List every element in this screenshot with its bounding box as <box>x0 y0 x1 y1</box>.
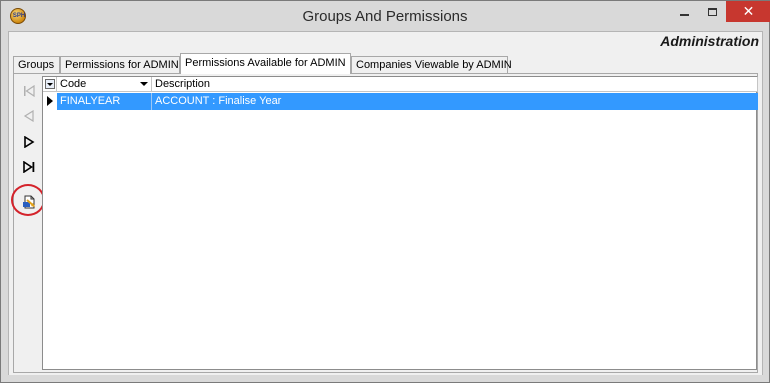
page-heading: Administration <box>660 33 759 49</box>
last-record-button[interactable] <box>19 157 39 177</box>
first-record-icon <box>24 85 35 97</box>
column-header-description-label: Description <box>155 78 211 90</box>
close-icon: ✕ <box>742 3 755 19</box>
tab-companies-viewable-by-admin[interactable]: Companies Viewable by ADMIN <box>351 56 512 74</box>
last-record-icon <box>23 161 35 173</box>
row-pointer-icon <box>47 96 53 106</box>
close-button[interactable]: ✕ <box>726 1 770 22</box>
column-chooser-button[interactable] <box>43 77 57 92</box>
cell-code[interactable]: FINALYEAR <box>57 93 152 110</box>
column-chooser-icon <box>45 79 55 89</box>
previous-record-icon <box>23 110 34 122</box>
cell-description[interactable]: ACCOUNT : Finalise Year <box>152 93 758 110</box>
sort-arrow-icon[interactable] <box>140 82 148 86</box>
column-header-code[interactable]: Code <box>57 77 152 92</box>
record-navigator <box>11 76 45 370</box>
column-header-code-label: Code <box>60 78 87 90</box>
tab-permissions-for-admin[interactable]: Permissions for ADMIN <box>60 56 180 74</box>
window-title: Groups And Permissions <box>302 8 468 25</box>
tab-strip: Groups Permissions for ADMIN Permissions… <box>13 53 758 74</box>
bottom-border <box>1 375 769 382</box>
row-indicator <box>43 93 57 110</box>
maximize-button[interactable] <box>699 1 726 22</box>
next-record-button[interactable] <box>19 132 39 152</box>
minimize-button[interactable] <box>670 1 699 22</box>
column-header-description[interactable]: Description <box>152 77 758 92</box>
minimize-icon <box>680 13 689 16</box>
table-row[interactable]: FINALYEAR ACCOUNT : Finalise Year <box>43 93 759 110</box>
tab-panel: Code Description FINALYEAR ACCOUNT : Fin… <box>11 73 759 373</box>
client-area: Administration Groups Permissions for AD… <box>8 31 763 376</box>
groups-and-permissions-window: SPH Groups And Permissions ✕ Administrat… <box>0 0 770 383</box>
tab-permissions-available-for-admin[interactable]: Permissions Available for ADMIN <box>180 53 351 74</box>
maximize-icon <box>708 7 717 16</box>
first-record-button[interactable] <box>19 81 39 101</box>
title-bar[interactable]: SPH Groups And Permissions ✕ <box>1 1 770 31</box>
tab-groups[interactable]: Groups <box>13 56 60 74</box>
previous-record-button[interactable] <box>19 106 39 126</box>
annotation-circle <box>11 184 45 216</box>
next-record-icon <box>24 136 35 148</box>
permissions-grid[interactable]: Code Description FINALYEAR ACCOUNT : Fin… <box>42 76 759 370</box>
grid-header: Code Description <box>43 77 759 92</box>
